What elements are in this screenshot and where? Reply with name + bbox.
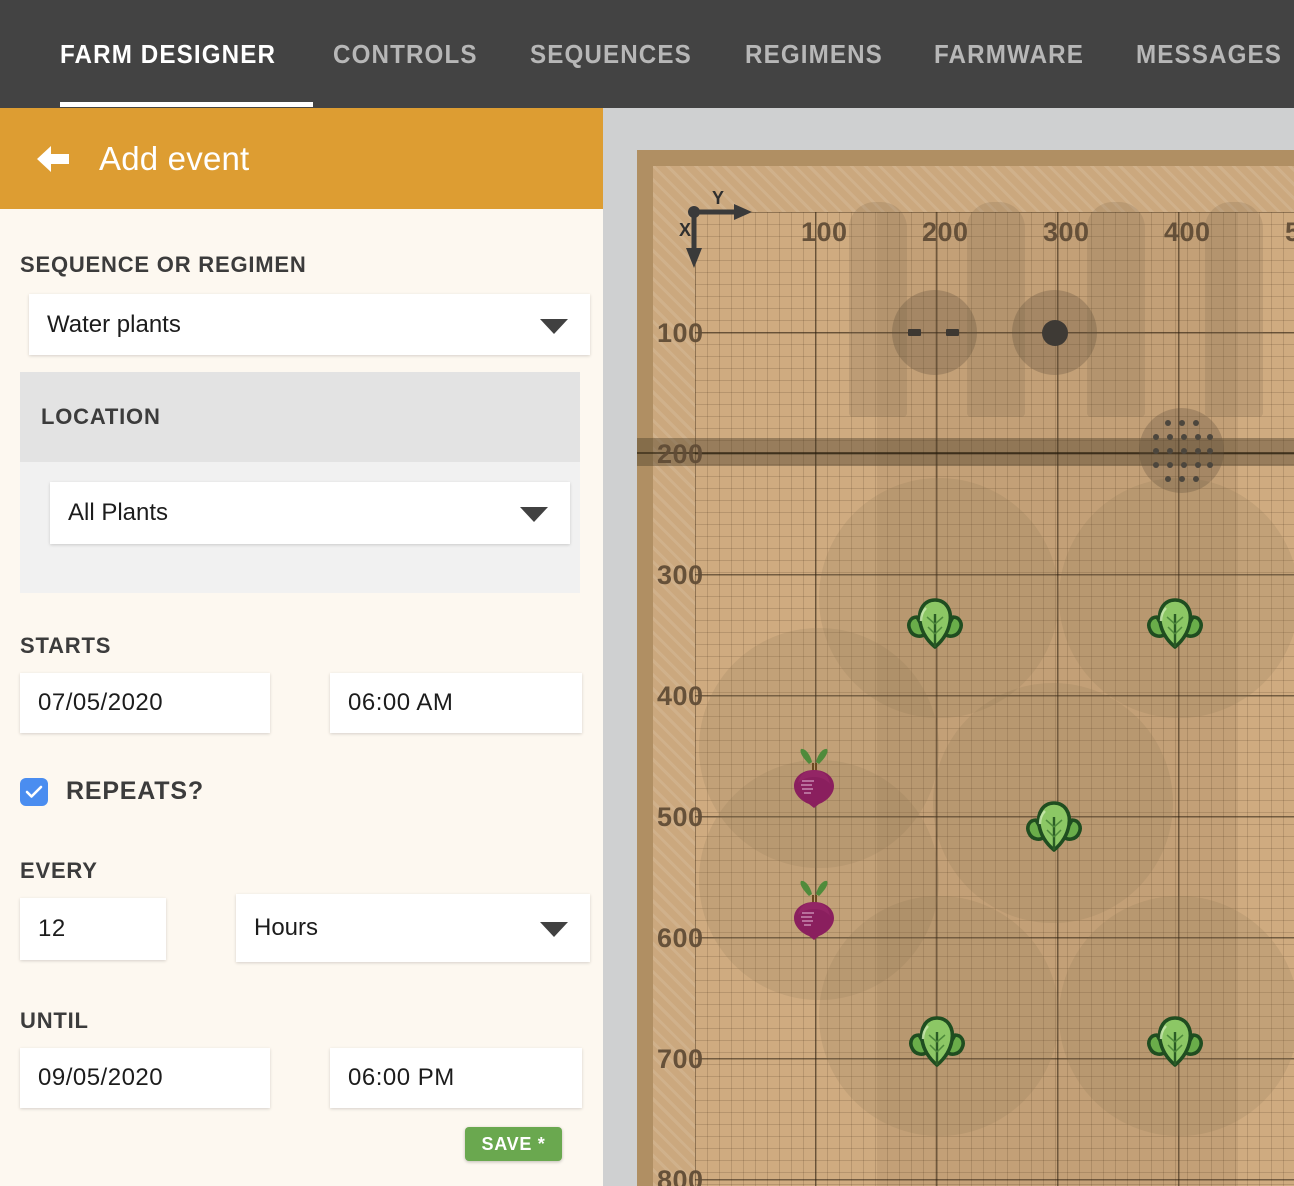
plant-icon-beet[interactable] — [787, 746, 841, 808]
nav-links: FARM DESIGNER CONTROLS SEQUENCES REGIMEN… — [60, 0, 1293, 108]
nav-tab-messages[interactable]: MESSAGES — [1136, 39, 1282, 70]
chevron-down-icon — [520, 507, 548, 522]
x-tick-label: 500 — [657, 802, 704, 833]
every-unit-value: Hours — [254, 914, 318, 942]
location-card-header: LOCATION — [20, 372, 580, 462]
every-amount-input[interactable]: 12 — [20, 898, 166, 960]
x-tick-label: 600 — [657, 923, 704, 954]
repeats-checkbox-row[interactable]: REPEATS? — [20, 777, 204, 806]
until-date-value: 09/05/2020 — [38, 1064, 163, 1092]
plant-icon-spinach[interactable] — [1144, 1010, 1206, 1072]
y-tick-label: 400 — [1164, 217, 1211, 248]
until-date-input[interactable]: 09/05/2020 — [20, 1048, 270, 1108]
y-tick-label: 200 — [922, 217, 969, 248]
active-tab-underline — [60, 102, 313, 107]
add-event-panel: Add event SEQUENCE OR REGIMEN Water plan… — [0, 108, 603, 1186]
x-tick-label: 200 — [657, 439, 704, 470]
location-select[interactable]: All Plants — [50, 482, 570, 544]
starts-date-value: 07/05/2020 — [38, 689, 163, 717]
plant-icon-spinach-partial[interactable] — [1285, 685, 1294, 747]
x-tick-label: 400 — [657, 681, 704, 712]
top-navigation-bar: FARM DESIGNER CONTROLS SEQUENCES REGIMEN… — [0, 0, 1294, 108]
repeats-label: REPEATS? — [66, 777, 204, 806]
chevron-down-icon — [540, 922, 568, 937]
sequence-or-regimen-value: Water plants — [47, 311, 181, 339]
nav-tab-sequences[interactable]: SEQUENCES — [530, 39, 692, 70]
page-title: Add event — [99, 140, 249, 178]
starts-date-input[interactable]: 07/05/2020 — [20, 673, 270, 733]
plant-icon-spinach[interactable] — [906, 1010, 968, 1072]
every-label: EVERY — [20, 858, 98, 884]
nav-tab-farmware[interactable]: FARMWARE — [934, 39, 1084, 70]
sequence-or-regimen-label: SEQUENCE OR REGIMEN — [20, 252, 307, 278]
nav-tab-regimens[interactable]: REGIMENS — [745, 39, 883, 70]
nav-tab-controls[interactable]: CONTROLS — [333, 39, 478, 70]
plant-icon-spinach[interactable] — [904, 592, 966, 654]
plant-icon-spinach[interactable] — [1144, 592, 1206, 654]
until-label: UNTIL — [20, 1008, 89, 1034]
y-tick-label: 5 — [1285, 217, 1294, 248]
farm-designer-map[interactable]: Y X 100 200 300 400 5 100 200 300 400 50… — [637, 150, 1294, 1186]
starts-label: STARTS — [20, 633, 111, 659]
save-button[interactable]: SAVE * — [465, 1127, 562, 1161]
sequence-or-regimen-select[interactable]: Water plants — [29, 294, 590, 355]
x-tick-label: 700 — [657, 1044, 704, 1075]
arrow-left-icon[interactable] — [33, 139, 73, 179]
plant-icon-spinach[interactable] — [1023, 795, 1085, 857]
check-icon — [25, 785, 43, 799]
repeats-checkbox[interactable] — [20, 778, 48, 806]
every-unit-select[interactable]: Hours — [236, 894, 590, 962]
x-tick-label: 300 — [657, 560, 704, 591]
nav-tab-farm-designer[interactable]: FARM DESIGNER — [60, 39, 276, 70]
until-time-input[interactable]: 06:00 PM — [330, 1048, 582, 1108]
starts-time-input[interactable]: 06:00 AM — [330, 673, 582, 733]
location-label: LOCATION — [41, 404, 161, 430]
starts-time-value: 06:00 AM — [348, 689, 453, 717]
axis-label-y: Y — [712, 188, 725, 209]
every-amount-value: 12 — [38, 915, 66, 943]
y-tick-label: 300 — [1043, 217, 1090, 248]
location-value: All Plants — [68, 499, 168, 527]
chevron-down-icon — [540, 319, 568, 334]
plant-icon-beet[interactable] — [787, 878, 841, 940]
location-card: LOCATION All Plants — [20, 372, 580, 593]
y-tick-label: 100 — [801, 217, 848, 248]
axis-label-x: X — [679, 220, 692, 241]
x-tick-label: 100 — [657, 318, 704, 349]
until-time-value: 06:00 PM — [348, 1064, 455, 1092]
panel-header: Add event — [0, 108, 603, 209]
x-tick-label: 800 — [657, 1165, 704, 1186]
